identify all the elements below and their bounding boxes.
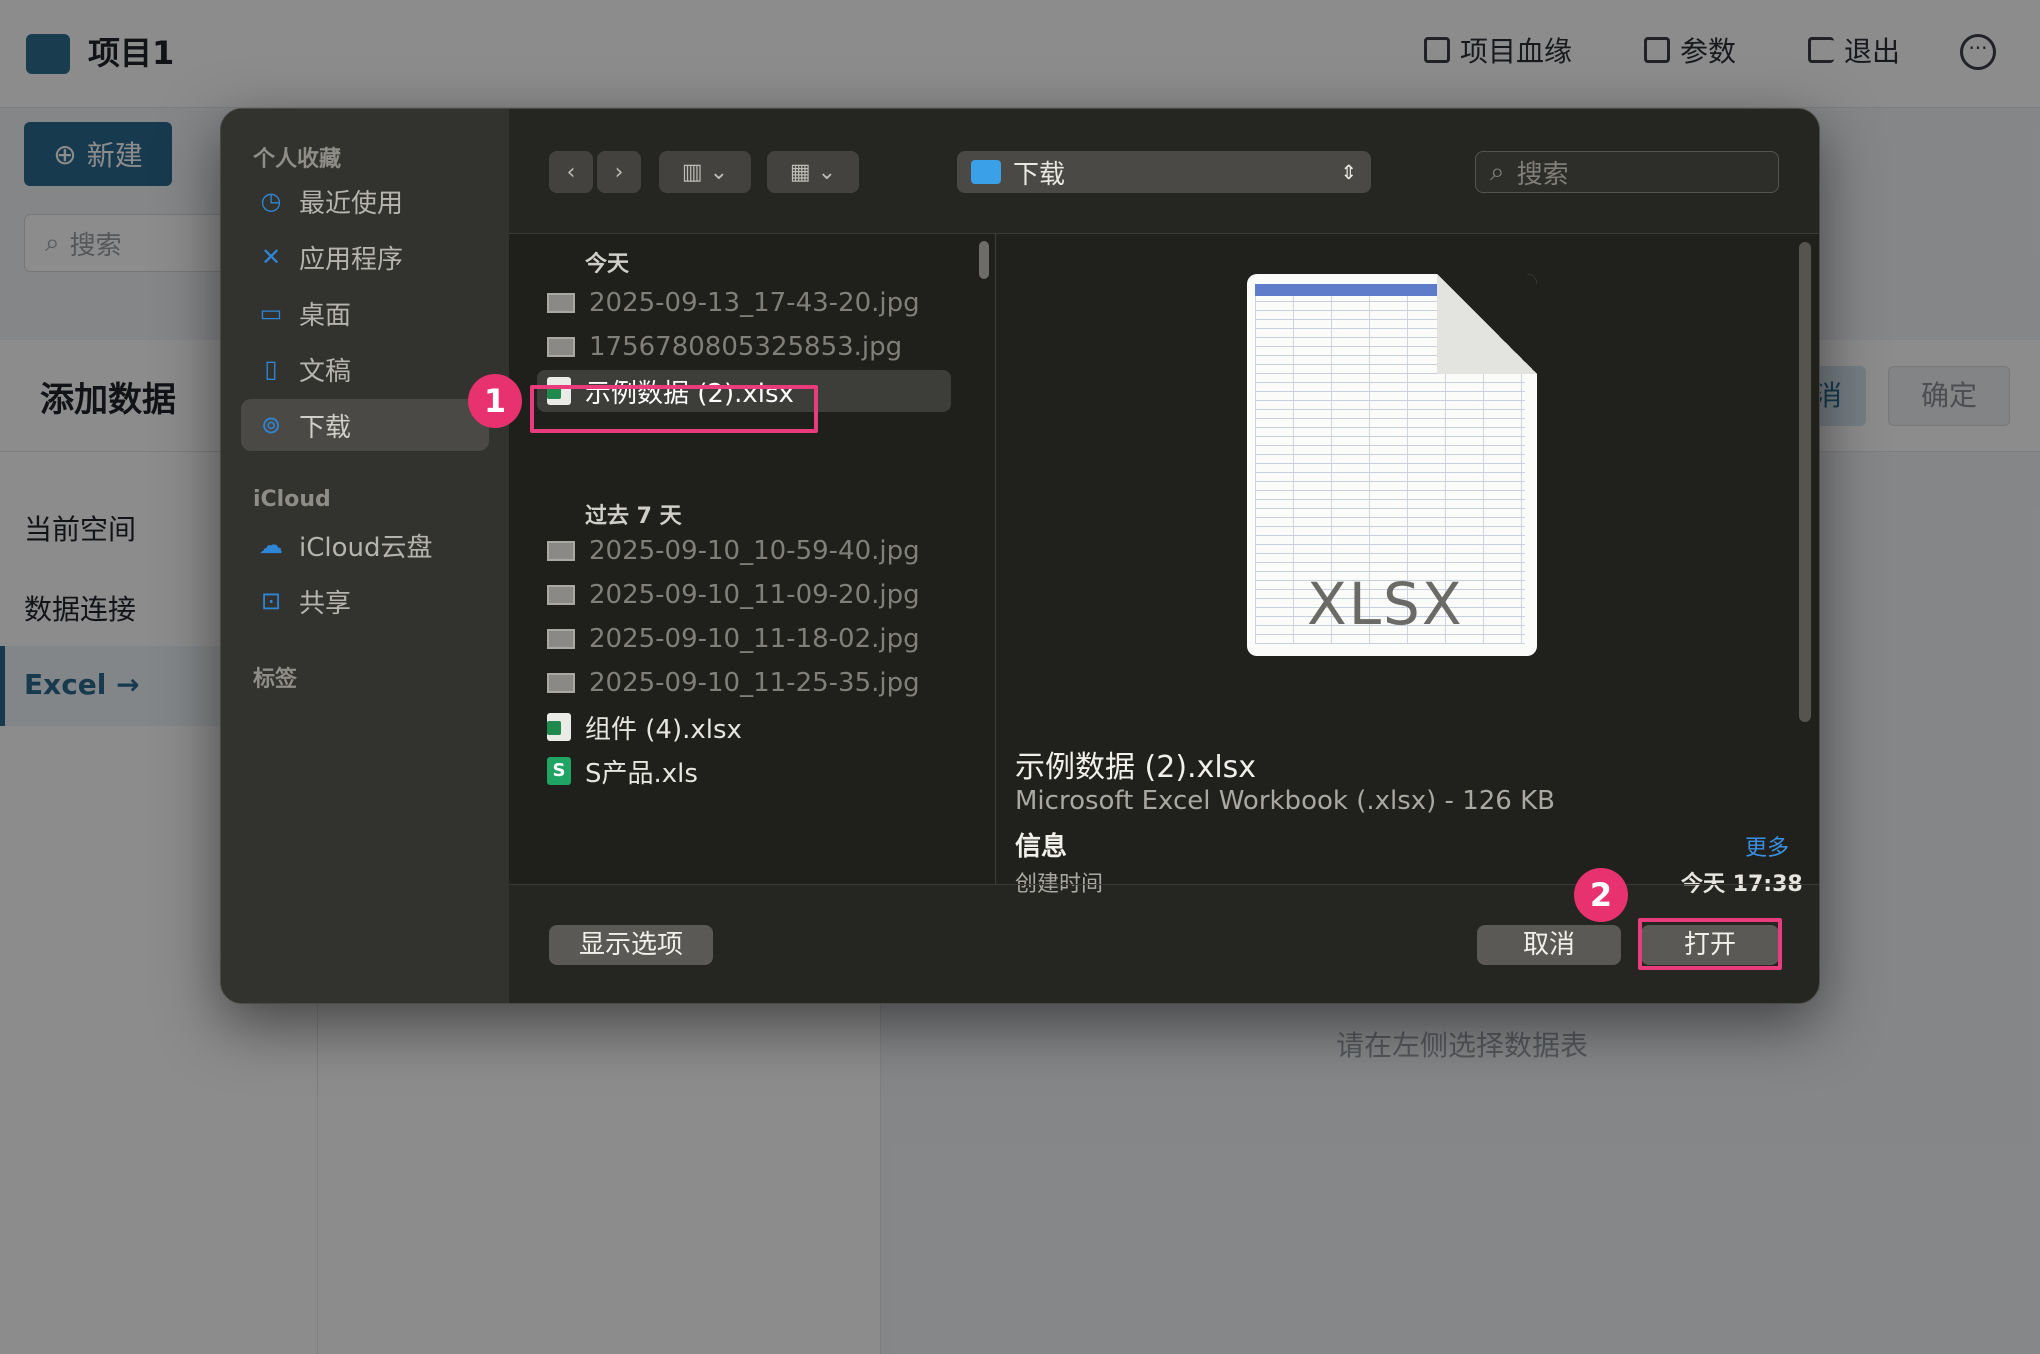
group-by-button[interactable]: ▦ ⌄ <box>767 151 859 193</box>
preview-info-title: 信息 <box>1015 832 1068 862</box>
file-name: S产品.xls <box>585 758 698 789</box>
forward-button[interactable]: › <box>597 151 641 193</box>
file-list-scrollbar[interactable] <box>979 241 989 279</box>
sidebar-item-label: 应用程序 <box>299 244 404 275</box>
file-open-dialog: 个人收藏 ◷ 最近使用 ✕ 应用程序 ▭ 桌面 ▯ 文稿 ⊚ 下载 iCloud… <box>220 108 1820 1004</box>
apps-icon: ✕ <box>260 243 282 271</box>
sidebar-item-label: 共享 <box>299 588 352 619</box>
show-options-button[interactable]: 显示选项 <box>549 925 713 965</box>
search-icon: ⌕ <box>1490 156 1505 187</box>
dialog-sidebar: 个人收藏 ◷ 最近使用 ✕ 应用程序 ▭ 桌面 ▯ 文稿 ⊚ 下载 iCloud… <box>221 109 509 1003</box>
excel-file-icon <box>547 713 571 741</box>
image-file-icon <box>547 293 575 313</box>
sidebar-item-downloads[interactable]: ⊚ 下载 <box>241 399 489 451</box>
more-link[interactable]: 更多 <box>1745 830 1789 862</box>
favorites-title: 个人收藏 <box>253 147 342 172</box>
folder-icon <box>971 160 1001 184</box>
file-name: 2025-09-10_11-09-20.jpg <box>589 580 920 610</box>
xlsx-document-icon: XLSX <box>1247 274 1537 656</box>
preview-pane: XLSX 示例数据 (2).xlsx Microsoft Excel Workb… <box>997 234 1819 897</box>
sidebar-item-apps[interactable]: ✕ 应用程序 <box>241 231 489 283</box>
sidebar-item-label: iCloud云盘 <box>299 532 433 563</box>
columns-icon: ▥ ⌄ <box>681 159 729 185</box>
preview-file-type: Microsoft Excel Workbook (.xlsx) - 126 K… <box>1015 786 1555 816</box>
file-row[interactable]: 组件 (4).xlsx <box>537 706 943 748</box>
tags-title: 标签 <box>253 667 298 692</box>
sidebar-item-recent[interactable]: ◷ 最近使用 <box>241 175 489 227</box>
preview-scrollbar[interactable] <box>1799 242 1811 722</box>
file-name: 2025-09-10_10-59-40.jpg <box>589 536 920 566</box>
group-header-today: 今天 <box>585 252 630 277</box>
thumbnail-header <box>1255 284 1455 296</box>
group-header-past-7-days: 过去 7 天 <box>585 504 682 529</box>
sidebar-item-icloud-drive[interactable]: ☁ iCloud云盘 <box>241 519 489 571</box>
spreadsheet-file-icon: S <box>547 757 571 785</box>
location-popup[interactable]: 下载 ⇕ <box>957 151 1371 193</box>
file-list: 今天 2025-09-13_17-43-20.jpg 1756780805325… <box>509 234 995 884</box>
sidebar-item-label: 文稿 <box>299 356 352 387</box>
step2-badge: 2 <box>1574 868 1628 922</box>
document-icon: ▯ <box>264 355 278 383</box>
shared-folder-icon: ⊡ <box>260 587 282 615</box>
view-columns-button[interactable]: ▥ ⌄ <box>659 151 751 193</box>
download-icon: ⊚ <box>260 411 282 439</box>
file-row[interactable]: 2025-09-13_17-43-20.jpg <box>537 282 943 324</box>
file-row[interactable]: S S产品.xls <box>537 750 943 792</box>
updown-chevron-icon: ⇕ <box>1340 160 1357 184</box>
file-name: 组件 (4).xlsx <box>585 714 742 745</box>
dialog-search-placeholder: 搜索 <box>1516 159 1569 190</box>
file-name: 2025-09-13_17-43-20.jpg <box>589 288 920 318</box>
sidebar-item-label: 下载 <box>299 412 352 443</box>
sidebar-item-shared[interactable]: ⊡ 共享 <box>241 575 489 627</box>
preview-file-name: 示例数据 (2).xlsx <box>1015 750 1257 785</box>
step2-highlight-box <box>1638 918 1782 970</box>
file-row[interactable]: 2025-09-10_11-09-20.jpg <box>537 574 943 616</box>
image-file-icon <box>547 629 575 649</box>
step1-badge: 1 <box>468 374 522 428</box>
file-row[interactable]: 1756780805325853.jpg <box>537 326 943 368</box>
icloud-title: iCloud <box>253 487 331 512</box>
sidebar-item-documents[interactable]: ▯ 文稿 <box>241 343 489 395</box>
created-value: 今天 17:38 <box>1681 872 1803 897</box>
sidebar-item-desktop[interactable]: ▭ 桌面 <box>241 287 489 339</box>
page-fold <box>1437 274 1537 374</box>
image-file-icon <box>547 541 575 561</box>
image-file-icon <box>547 585 575 605</box>
step1-highlight-box <box>530 385 818 433</box>
file-row[interactable]: 2025-09-10_11-18-02.jpg <box>537 618 943 660</box>
grid-icon: ▦ ⌄ <box>789 159 837 185</box>
file-name: 1756780805325853.jpg <box>589 332 903 362</box>
sidebar-item-label: 桌面 <box>299 300 352 331</box>
column-separator[interactable] <box>995 234 996 884</box>
file-name: 2025-09-10_11-18-02.jpg <box>589 624 920 654</box>
cloud-icon: ☁ <box>259 531 283 559</box>
file-row[interactable]: 2025-09-10_11-25-35.jpg <box>537 662 943 704</box>
cancel-button[interactable]: 取消 <box>1477 925 1621 965</box>
desktop-icon: ▭ <box>259 299 283 327</box>
created-label: 创建时间 <box>1015 872 1104 897</box>
chevron-left-icon: ‹ <box>566 159 576 185</box>
chevron-right-icon: › <box>614 159 624 185</box>
image-file-icon <box>547 337 575 357</box>
back-button[interactable]: ‹ <box>549 151 593 193</box>
file-row[interactable]: 2025-09-10_10-59-40.jpg <box>537 530 943 572</box>
dialog-search-input[interactable]: ⌕ 搜索 <box>1475 151 1779 193</box>
sidebar-item-label: 最近使用 <box>299 188 404 219</box>
clock-icon: ◷ <box>260 187 282 215</box>
image-file-icon <box>547 673 575 693</box>
xlsx-badge: XLSX <box>1307 570 1464 638</box>
file-name: 2025-09-10_11-25-35.jpg <box>589 668 920 698</box>
location-label: 下载 <box>1013 159 1066 190</box>
